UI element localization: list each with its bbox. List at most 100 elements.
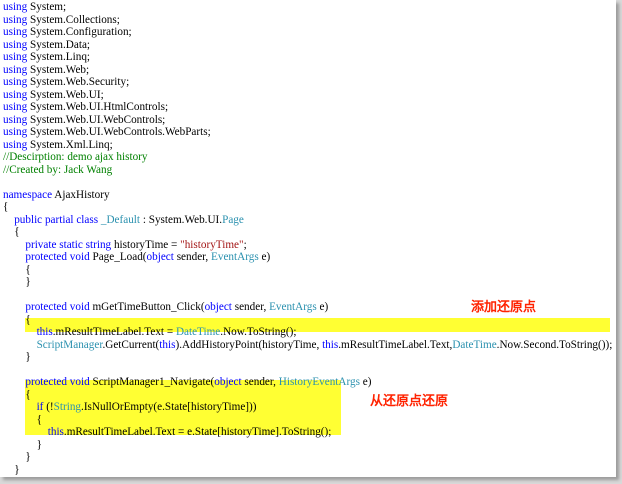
code-line: namespace AjaxHistory	[3, 189, 612, 202]
code-token: namespace	[3, 188, 53, 201]
code-token: .Now.Second.ToString());	[496, 338, 613, 351]
code-token: System.Web.UI.WebControls.WebParts;	[27, 126, 211, 138]
code-line: using System.Xml.Linq;	[3, 139, 612, 152]
code-token: void	[69, 301, 90, 313]
code-token: .IsNullOrEmpty(e.State[historyTime]))	[81, 401, 257, 413]
code-token: System.Collections;	[27, 13, 120, 26]
code-token: DateTime	[452, 338, 497, 351]
code-token: }	[3, 351, 31, 363]
code-token: }	[3, 451, 31, 463]
code-token: protected	[25, 251, 67, 263]
code-token: using	[3, 26, 28, 38]
code-line: using System.Web.Security;	[3, 76, 612, 89]
code-line: using System.Web;	[3, 64, 612, 77]
code-listing: using System; using System.Collections; us…	[3, 1, 612, 477]
code-token: System.Xml.Linq;	[27, 138, 113, 151]
code-token: }	[3, 438, 42, 451]
code-line: }	[3, 464, 612, 477]
code-token: using	[3, 113, 28, 126]
code-token: using	[3, 51, 28, 63]
code-token: static	[59, 238, 83, 251]
code-token: System;	[27, 1, 67, 13]
code-token: {	[3, 313, 31, 326]
code-token: {	[3, 388, 31, 401]
code-token: //Created by: Jack Wang	[3, 163, 113, 176]
code-token: DateTime	[175, 326, 221, 338]
code-token: EventArgs	[211, 251, 259, 263]
code-line: using System.Collections;	[3, 14, 612, 27]
code-token: e)	[359, 376, 372, 388]
code-line: //Descirption: demo ajax history	[3, 151, 612, 164]
code-token: void	[69, 251, 90, 263]
code-line: this.mResultTimeLabel.Text = e.State[his…	[3, 426, 612, 439]
code-token: void	[69, 376, 90, 388]
code-token: public	[14, 213, 43, 226]
code-line: using System.Web.UI.WebControls;	[3, 114, 612, 127]
code-line: {	[3, 414, 612, 427]
code-token: "historyTime"	[180, 238, 244, 251]
code-token: AjaxHistory	[52, 188, 110, 201]
code-line: if (!String.IsNullOrEmpty(e.State[histor…	[3, 401, 612, 414]
code-token: }	[3, 463, 20, 476]
code-token: {	[3, 413, 42, 426]
code-line: private static string historyTime = "his…	[3, 239, 612, 252]
code-token: ).AddHistoryPoint(historyTime,	[175, 338, 323, 351]
code-token: {	[3, 226, 20, 238]
code-token: System.Web.UI.WebControls;	[27, 113, 166, 126]
code-token: string	[85, 238, 112, 251]
code-token: System.Configuration;	[27, 26, 132, 38]
code-token: object	[204, 301, 232, 313]
code-token: //Descirption: demo ajax history	[3, 151, 148, 163]
code-token: protected	[25, 301, 67, 313]
code-token: }	[3, 476, 8, 477]
code-token: HistoryEventArgs	[278, 376, 360, 388]
code-line: using System.Web.UI;	[3, 89, 612, 102]
code-token: using	[3, 63, 28, 76]
code-token: ScriptManager	[36, 338, 103, 351]
code-line: using System.Web.UI.WebControls.WebParts…	[3, 126, 612, 139]
code-line: public partial class _Default : System.W…	[3, 214, 612, 227]
code-token: historyTime =	[111, 238, 181, 251]
code-token: }	[3, 276, 31, 288]
code-line: protected void Page_Load(object sender, …	[3, 251, 612, 264]
code-line: }	[3, 439, 612, 452]
code-token: System.Linq;	[27, 51, 91, 63]
annotation-restore-from-point: 从还原点还原	[370, 394, 449, 409]
annotation-add-restore-point: 添加还原点	[471, 300, 537, 315]
code-line: }	[3, 451, 612, 464]
code-token: using	[3, 138, 28, 151]
code-token: .mResultTimeLabel.Text,	[338, 338, 453, 351]
code-token: ScriptManager1_Navigate(	[89, 376, 215, 388]
code-token: System.Data;	[27, 38, 91, 51]
code-token: System.Web.UI.HtmlControls;	[27, 101, 169, 113]
code-line: using System.Linq;	[3, 51, 612, 64]
code-token: .GetCurrent(	[102, 338, 160, 351]
code-token: private	[25, 238, 57, 251]
code-token: sender,	[241, 376, 279, 388]
code-token: using	[3, 38, 28, 51]
code-line: using System;	[3, 1, 612, 14]
code-token: this	[322, 338, 339, 351]
code-line: {	[3, 264, 612, 277]
code-token: using	[3, 1, 28, 13]
code-token: this	[47, 426, 64, 438]
code-token: partial	[44, 213, 74, 226]
code-token: e)	[316, 301, 329, 313]
code-token: sender,	[231, 301, 270, 313]
code-token: String	[53, 401, 82, 413]
code-token: this	[36, 326, 53, 338]
code-line: {	[3, 314, 612, 327]
code-token: {	[3, 263, 31, 276]
code-token: sender,	[173, 251, 212, 263]
code-token: Page	[222, 213, 244, 226]
code-token: protected	[25, 376, 67, 388]
code-token: .Now.ToString();	[220, 326, 297, 338]
code-line: using System.Web.UI.HtmlControls;	[3, 101, 612, 114]
